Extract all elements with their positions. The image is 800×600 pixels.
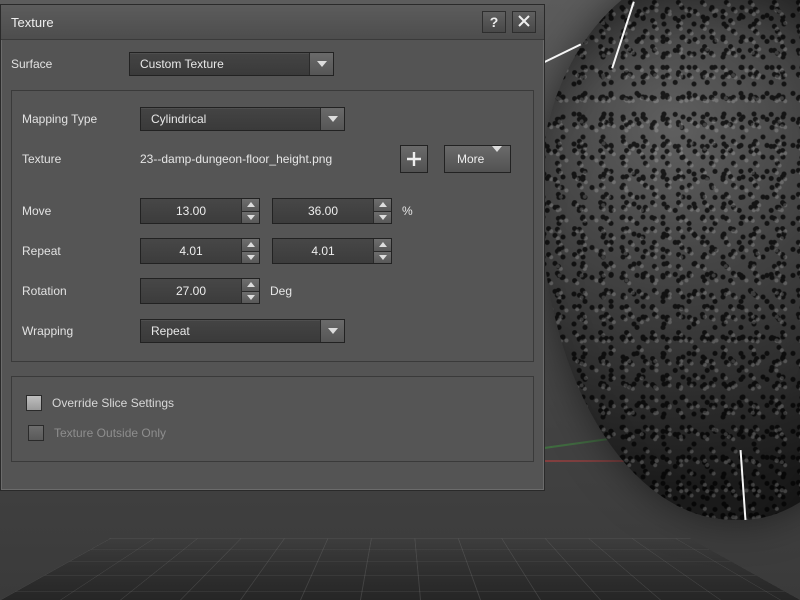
stepper-up[interactable] [373,199,391,211]
stepper-up[interactable] [241,279,259,291]
repeat-x-value: 4.01 [141,239,241,263]
caret-up-icon [379,242,387,247]
wrapping-value: Repeat [141,324,320,338]
chevron-down-icon [309,53,333,75]
wrapping-row: Wrapping Repeat [22,317,523,345]
mapping-type-label: Mapping Type [22,112,140,126]
mapping-type-value: Cylindrical [141,112,320,126]
repeat-y-spinner[interactable]: 4.01 [272,238,392,264]
stepper-down[interactable] [373,211,391,224]
panel-body: Surface Custom Texture Mapping Type Cyli… [1,40,544,490]
chevron-down-icon [320,108,344,130]
panel-header: Texture ? [1,5,544,40]
more-label: More [457,152,484,166]
caret-down-icon [379,255,387,260]
add-texture-button[interactable] [400,145,428,173]
surface-value: Custom Texture [130,57,309,71]
move-row: Move 13.00 36.00 % [22,197,523,225]
rotation-spinner[interactable]: 27.00 [140,278,260,304]
stepper-down[interactable] [241,251,259,264]
move-x-value: 13.00 [141,199,241,223]
override-slice-label: Override Slice Settings [52,396,174,410]
stepper-up[interactable] [373,239,391,251]
stepper-down[interactable] [241,291,259,304]
stepper-down[interactable] [241,211,259,224]
texture-outside-row: Texture Outside Only [28,425,519,441]
texture-outside-label: Texture Outside Only [54,426,166,440]
wrapping-label: Wrapping [22,324,140,338]
close-button[interactable] [512,11,536,33]
move-y-value: 36.00 [273,199,373,223]
caret-down-icon [247,255,255,260]
surface-row: Surface Custom Texture [11,50,534,78]
help-button[interactable]: ? [482,11,506,33]
surface-label: Surface [11,57,129,71]
panel-title: Texture [11,15,476,30]
repeat-label: Repeat [22,244,140,258]
rotation-label: Rotation [22,284,140,298]
texture-outside-checkbox [28,425,44,441]
override-group: Override Slice Settings Texture Outside … [11,376,534,462]
chevron-down-icon [492,152,502,166]
more-button[interactable]: More [444,145,511,173]
rotation-value: 27.00 [141,279,241,303]
textured-object[interactable] [540,0,800,520]
mapping-type-dropdown[interactable]: Cylindrical [140,107,345,131]
repeat-x-spinner[interactable]: 4.01 [140,238,260,264]
caret-up-icon [379,202,387,207]
stepper-down[interactable] [373,251,391,264]
rotation-unit: Deg [270,284,292,298]
caret-down-icon [247,215,255,220]
caret-down-icon [379,215,387,220]
move-unit: % [402,204,413,218]
caret-up-icon [247,242,255,247]
texture-file-row: Texture 23--damp-dungeon-floor_height.pn… [22,145,523,173]
wrapping-dropdown[interactable]: Repeat [140,319,345,343]
caret-up-icon [247,282,255,287]
close-icon [518,14,530,30]
move-y-spinner[interactable]: 36.00 [272,198,392,224]
caret-up-icon [247,202,255,207]
mapping-type-row: Mapping Type Cylindrical [22,105,523,133]
repeat-y-value: 4.01 [273,239,373,263]
texture-panel: Texture ? Surface Custom Texture Mapping… [0,4,545,491]
rotation-row: Rotation 27.00 Deg [22,277,523,305]
repeat-row: Repeat 4.01 4.01 [22,237,523,265]
mapping-group: Mapping Type Cylindrical Texture 23--dam… [11,90,534,362]
stepper-up[interactable] [241,199,259,211]
texture-label: Texture [22,152,140,166]
override-slice-row: Override Slice Settings [26,395,519,411]
chevron-down-icon [320,320,344,342]
caret-down-icon [247,295,255,300]
move-label: Move [22,204,140,218]
move-x-spinner[interactable]: 13.00 [140,198,260,224]
stepper-up[interactable] [241,239,259,251]
grid-floor [0,539,800,600]
surface-dropdown[interactable]: Custom Texture [129,52,334,76]
texture-filename: 23--damp-dungeon-floor_height.png [140,152,400,166]
override-slice-checkbox[interactable] [26,395,42,411]
plus-icon [406,151,422,167]
help-icon: ? [490,14,499,30]
